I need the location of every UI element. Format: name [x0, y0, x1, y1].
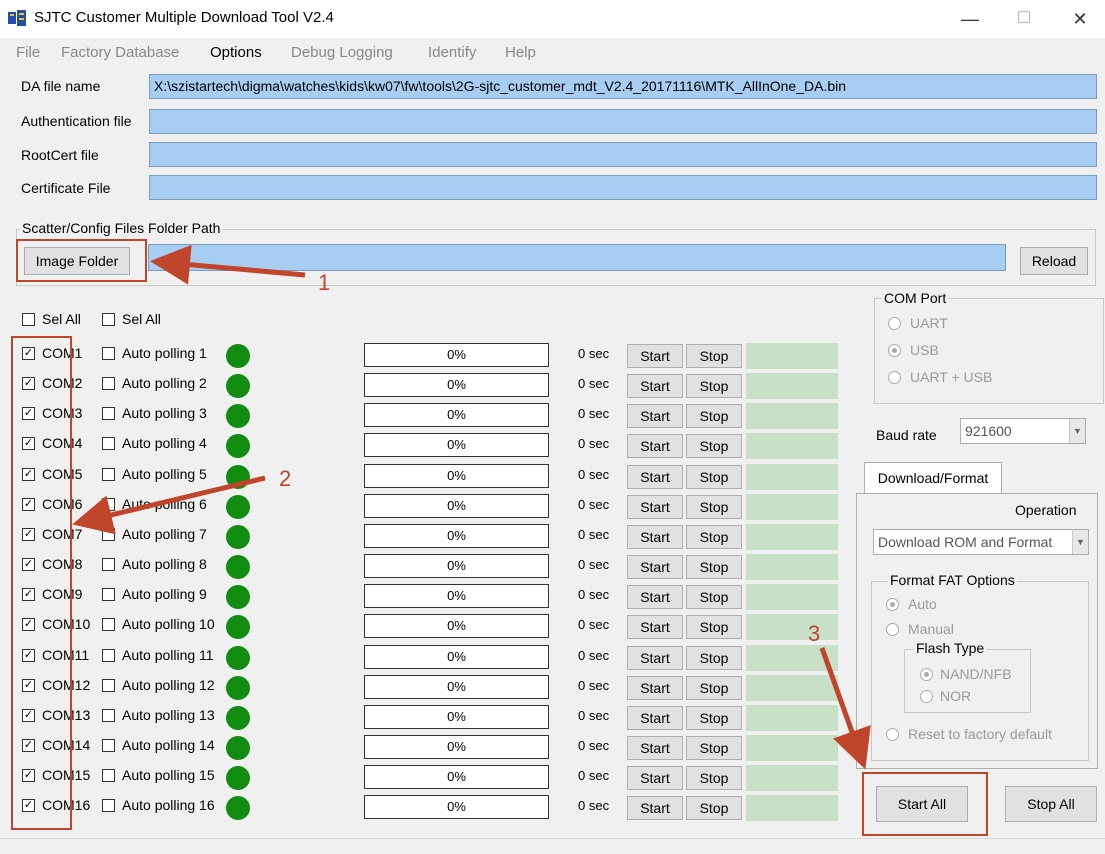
- arrow-1: [150, 244, 306, 285]
- arrow-2: [72, 475, 266, 535]
- arrow-3: [819, 647, 871, 770]
- annotation-number-2: 2: [279, 466, 292, 491]
- annotation-number-3: 3: [808, 621, 821, 646]
- annotation-arrows: [72, 244, 871, 770]
- annotation-number-1: 1: [318, 270, 331, 295]
